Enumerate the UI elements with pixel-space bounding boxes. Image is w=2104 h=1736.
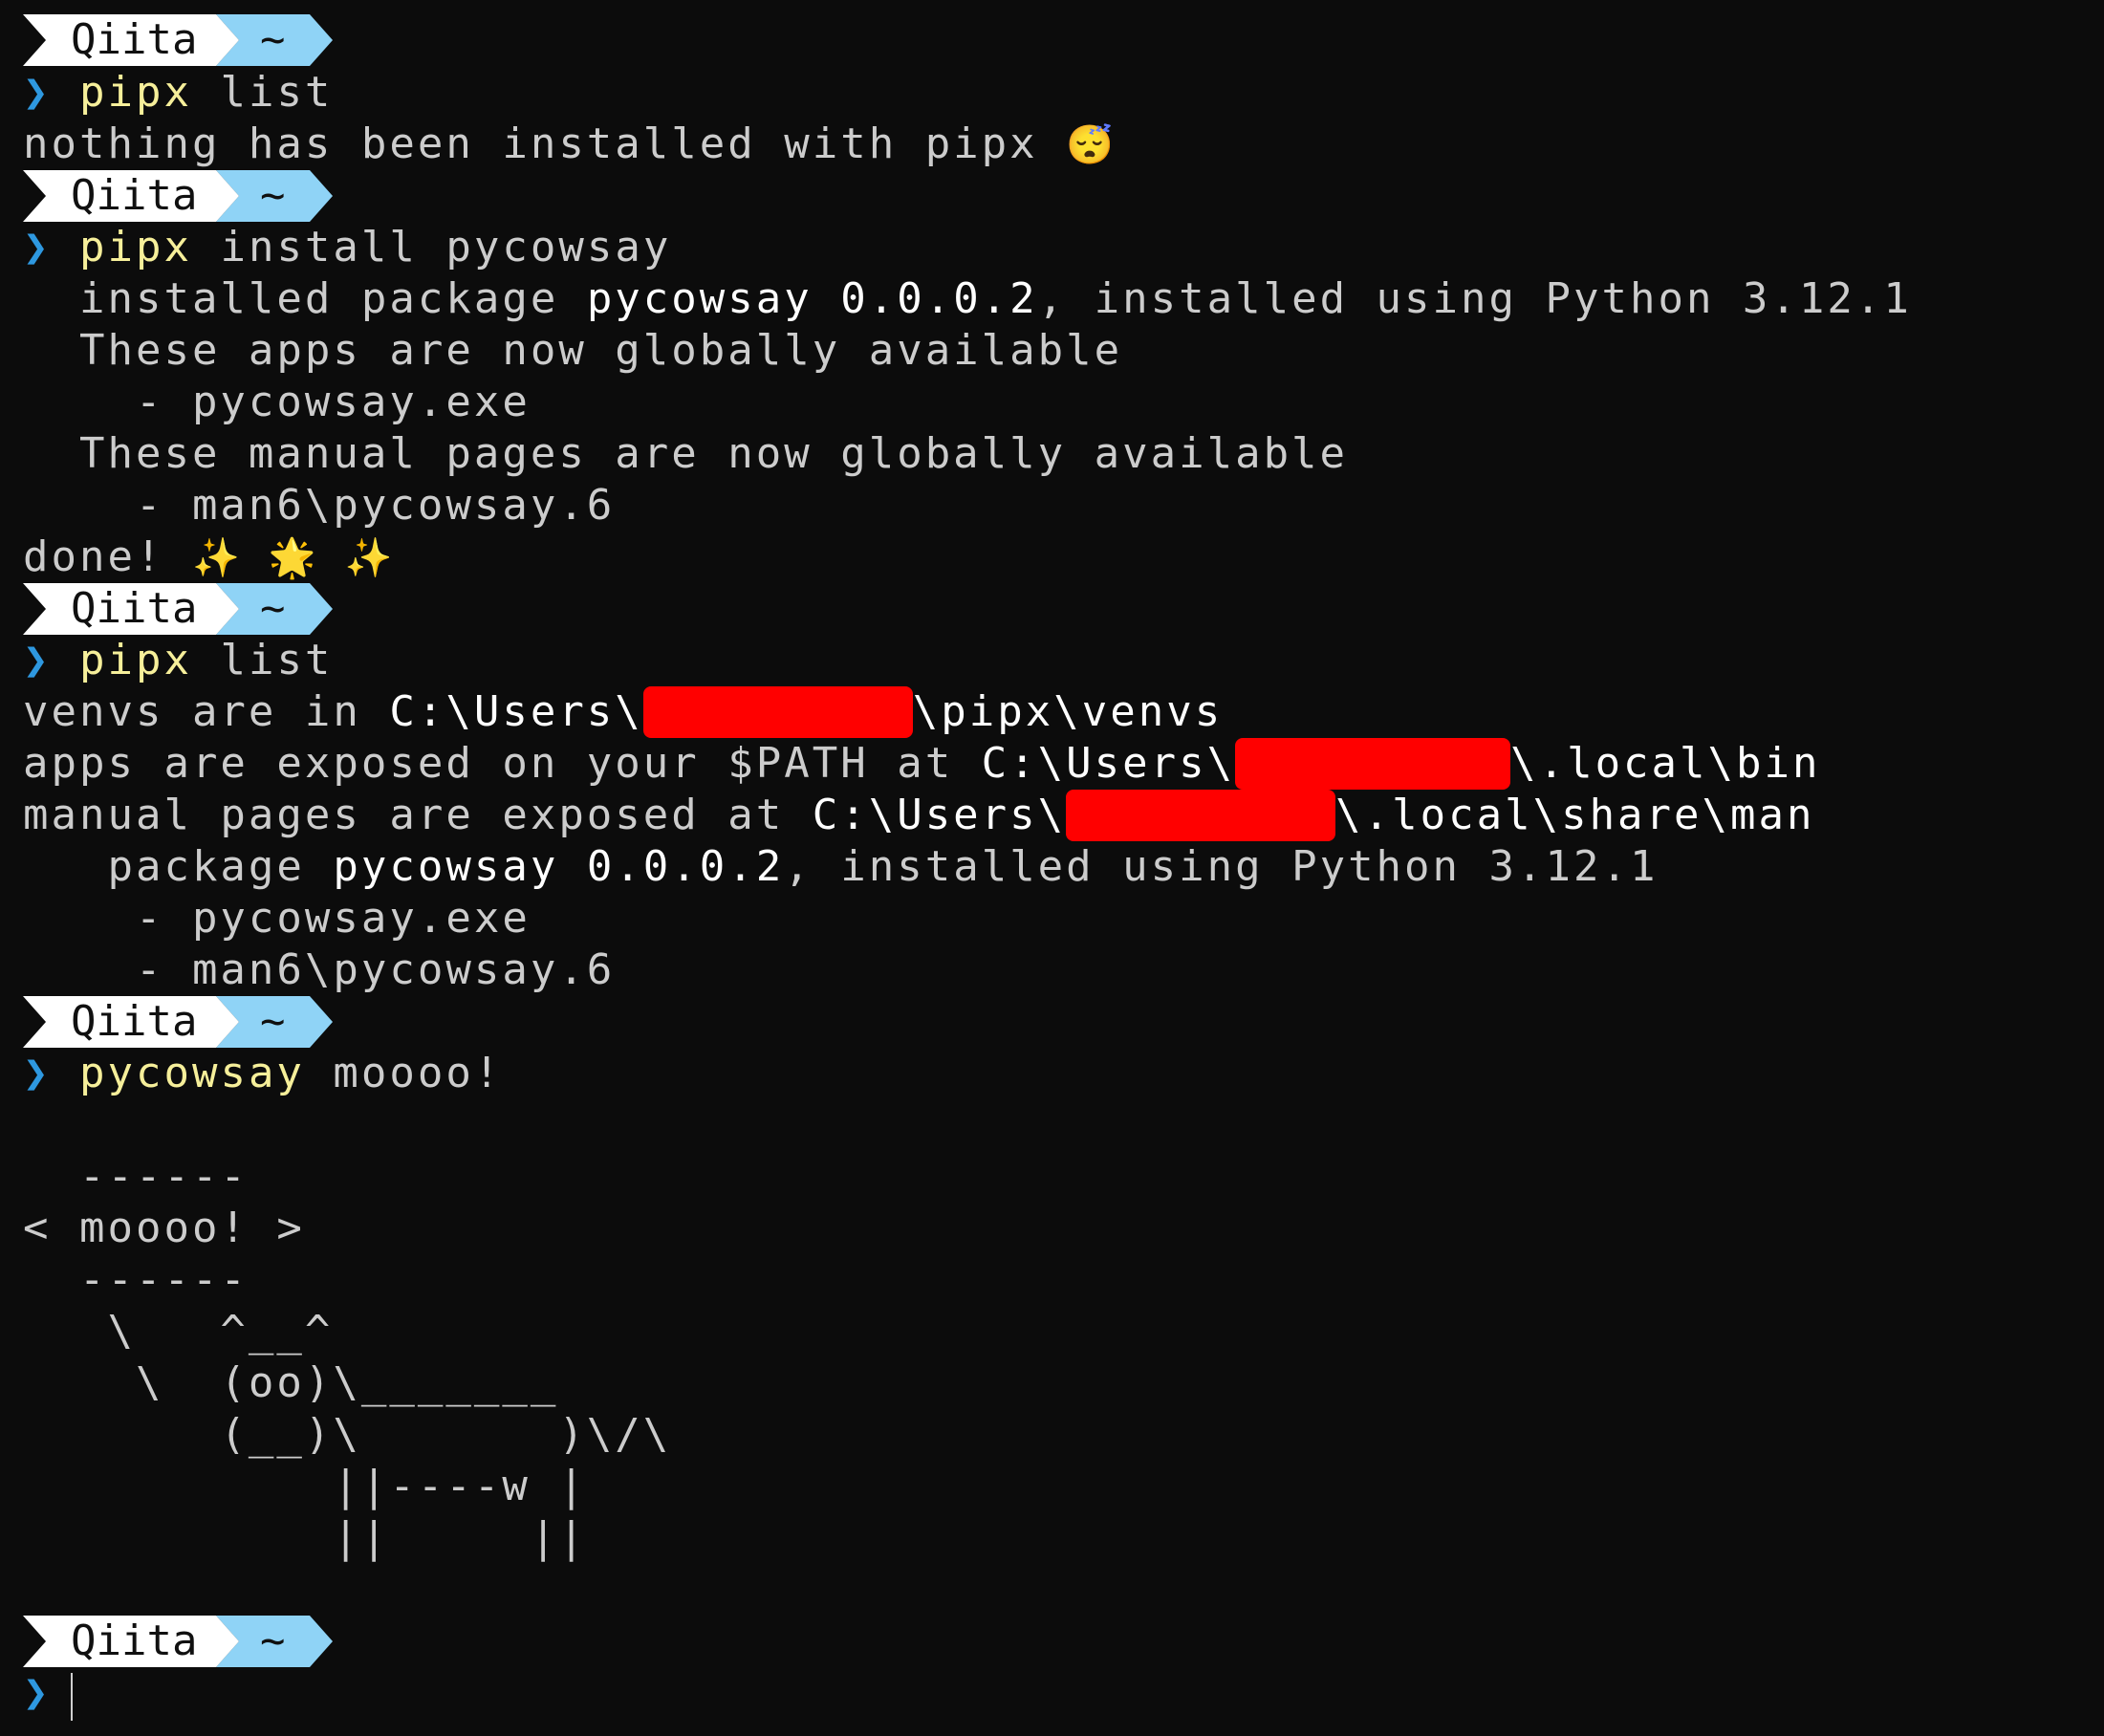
cowsay-line: \ (oo)\_______ xyxy=(23,1358,559,1407)
command-exe: pipx xyxy=(79,68,192,117)
command-args: list xyxy=(191,68,334,117)
sleeping-face-icon: 😴 xyxy=(1066,123,1117,167)
command-args: list xyxy=(191,636,334,684)
command-exe: pipx xyxy=(79,223,192,271)
prompt-dir: ~ xyxy=(260,997,286,1046)
prompt-dir: ~ xyxy=(260,584,286,633)
output-line: package pycowsay 0.0.0.2, installed usin… xyxy=(23,841,1658,893)
prompt-dir: ~ xyxy=(260,15,286,64)
prompt-chevron-icon: ❯ xyxy=(23,1049,52,1097)
prompt-name: Qiita xyxy=(71,1617,198,1665)
command-line: ❯ pipx install pycowsay xyxy=(23,222,671,273)
command-exe: pycowsay xyxy=(79,1049,305,1097)
command-args: install pycowsay xyxy=(191,223,672,271)
command-args: moooo! xyxy=(304,1049,503,1097)
output-line: done! ✨ 🌟 ✨ xyxy=(23,532,396,583)
output-line: - man6\pycowsay.6 xyxy=(23,481,616,530)
prompt-segment: Qiita ~ xyxy=(23,170,338,222)
output-line: installed package pycowsay 0.0.0.2, inst… xyxy=(23,273,1912,325)
prompt-name: Qiita xyxy=(71,584,198,633)
prompt-chevron-icon: ❯ xyxy=(23,223,52,271)
output-line: - man6\pycowsay.6 xyxy=(23,945,616,994)
path-text: \pipx\venvs xyxy=(912,687,1224,736)
redaction-block xyxy=(642,686,913,738)
output-text: package xyxy=(23,842,334,891)
output-text: , installed using Python 3.12.1 xyxy=(1037,274,1912,323)
cowsay-line: ------ xyxy=(23,1152,249,1201)
path-text: \.local\share\man xyxy=(1335,791,1815,839)
output-line: - pycowsay.exe xyxy=(23,894,531,943)
redaction-block xyxy=(1066,790,1336,841)
prompt-name: Qiita xyxy=(71,171,198,220)
prompt-chevron-icon: ❯ xyxy=(23,636,52,684)
output-line: manual pages are exposed at C:\Users\ \.l… xyxy=(23,790,1815,841)
output-line: venvs are in C:\Users\ \pipx\venvs xyxy=(23,686,1223,738)
package-version: 0.0.0.2 xyxy=(840,274,1038,323)
input-line[interactable]: ❯ xyxy=(23,1667,52,1719)
path-text: C:\Users\ xyxy=(981,739,1236,788)
command-line: ❯ pycowsay moooo! xyxy=(23,1048,502,1099)
package-name: pycowsay xyxy=(333,842,559,891)
package-name: pycowsay xyxy=(586,274,813,323)
output-line: These manual pages are now globally avai… xyxy=(23,429,1349,478)
cowsay-line: \ ^__^ xyxy=(23,1307,334,1356)
cowsay-line: (__)\ )\/\ xyxy=(23,1410,672,1459)
redaction-block xyxy=(1235,738,1511,790)
sparkles-icon: ✨ 🌟 ✨ xyxy=(191,536,396,580)
output-line: apps are exposed on your $PATH at C:\Use… xyxy=(23,738,1821,790)
output-text: installed package xyxy=(23,274,587,323)
prompt-name: Qiita xyxy=(71,15,198,64)
prompt-dir: ~ xyxy=(260,171,286,220)
output-text: , installed using Python 3.12.1 xyxy=(784,842,1659,891)
output-text: done! xyxy=(23,532,192,581)
cowsay-line: ||----w | xyxy=(23,1462,587,1510)
command-line: ❯ pipx list xyxy=(23,635,333,686)
path-text: C:\Users\ xyxy=(389,687,643,736)
output-line: These apps are now globally available xyxy=(23,326,1123,375)
cowsay-line: || || xyxy=(23,1513,587,1562)
prompt-name: Qiita xyxy=(71,997,198,1046)
output-text: manual pages are exposed at xyxy=(23,791,813,839)
prompt-chevron-icon: ❯ xyxy=(23,68,52,117)
command-line: ❯ pipx list xyxy=(23,67,333,119)
prompt-segment: Qiita ~ xyxy=(23,14,338,66)
output-line: nothing has been installed with pipx 😴 xyxy=(23,119,1117,170)
text-cursor[interactable] xyxy=(71,1673,73,1721)
output-text: apps are exposed on your $PATH at xyxy=(23,739,982,788)
terminal-window[interactable]: Qiita ~ ❯ pipx list nothing has been ins… xyxy=(0,0,2104,1736)
command-exe: pipx xyxy=(79,636,192,684)
prompt-segment: Qiita ~ xyxy=(23,1616,338,1667)
output-text: venvs are in xyxy=(23,687,390,736)
path-text: C:\Users\ xyxy=(812,791,1067,839)
cowsay-line: ------ xyxy=(23,1255,249,1304)
prompt-segment: Qiita ~ xyxy=(23,996,338,1048)
path-text: \.local\bin xyxy=(1510,739,1821,788)
prompt-segment: Qiita ~ xyxy=(23,583,338,635)
package-version: 0.0.0.2 xyxy=(586,842,785,891)
output-line: - pycowsay.exe xyxy=(23,378,531,426)
prompt-chevron-icon: ❯ xyxy=(23,1668,52,1717)
prompt-dir: ~ xyxy=(260,1617,286,1665)
output-text: nothing has been installed with pipx xyxy=(23,119,1038,168)
cowsay-line: < moooo! > xyxy=(23,1204,305,1252)
